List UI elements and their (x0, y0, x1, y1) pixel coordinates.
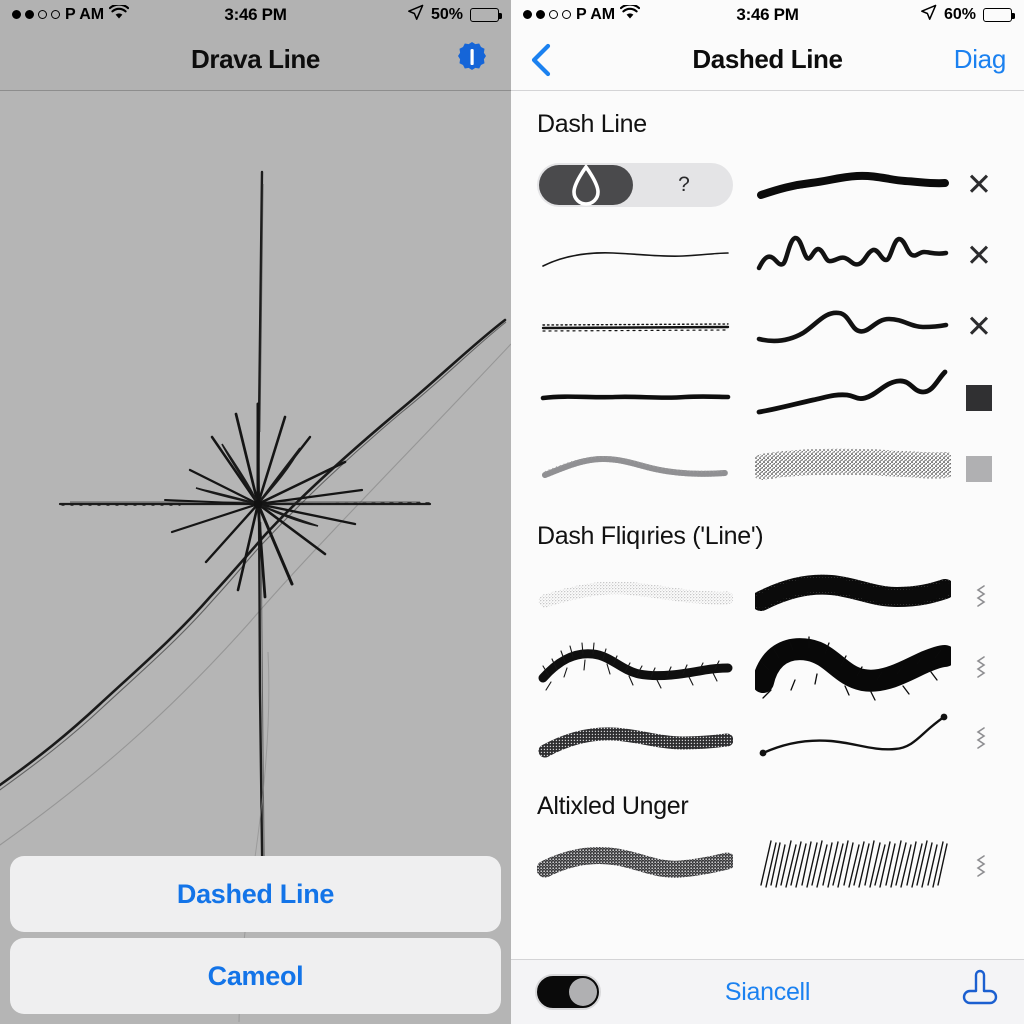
brush-preview-dense-furry[interactable] (755, 561, 951, 632)
brush-preview-rising-wave[interactable] (755, 362, 951, 433)
close-icon[interactable]: ✕ (966, 240, 992, 271)
section-title-altixled-unger: Altixled Unger (537, 792, 689, 820)
brush-row (511, 561, 1024, 632)
location-arrow-icon (407, 4, 424, 26)
brush-preview-spray-dots[interactable] (755, 433, 951, 504)
row-mark-cell: ✕ (951, 240, 1007, 271)
squiggle-icon[interactable] (962, 580, 996, 614)
left-action-buttons: Dashed Line Cameol (0, 848, 511, 1024)
brush-row: ? ✕ (511, 149, 1024, 220)
right-status-bar: P AM 3:46 PM 60% (511, 0, 1024, 29)
left-phone-panel: P AM 3:46 PM 50% Drava Line Dashed Line … (0, 0, 511, 1024)
brush-preview-thick-tapered[interactable] (755, 149, 951, 220)
brush-preview-dotted-flat[interactable] (537, 291, 733, 362)
brush-row: ✕ (511, 291, 1024, 362)
section-title-dash-figures: Dash Fliqıries ('Line') (537, 522, 764, 550)
left-status-bar: P AM 3:46 PM 50% (0, 0, 511, 29)
status-bar-right: 60% (920, 4, 1015, 26)
back-button[interactable] (529, 43, 555, 77)
row-mark-cell (951, 455, 1007, 482)
page-title: Dashed Line (692, 44, 843, 74)
section-title-dash-line: Dash Line (537, 110, 647, 138)
dual-phone-screenshot: P AM 3:46 PM 50% Drava Line Dashed Line … (0, 0, 1024, 1024)
brush-preview-light-textured[interactable] (537, 433, 733, 504)
stamp-tool-button[interactable] (960, 969, 1000, 1016)
row-mark-cell (951, 651, 1007, 685)
brush-preview-thin-dotted-endpoint[interactable] (755, 703, 951, 774)
squiggle-icon[interactable] (962, 722, 996, 756)
stamp-tool-icon (962, 969, 998, 1004)
segment-question[interactable]: ? (635, 163, 733, 207)
brush-row (511, 831, 1024, 902)
battery-icon (983, 7, 1015, 22)
segment-droplet[interactable] (537, 163, 635, 207)
brush-preview-light-speckle[interactable] (537, 561, 733, 632)
brush-preview-smooth-curve[interactable] (755, 291, 951, 362)
location-arrow-icon (920, 4, 937, 26)
squiggle-icon[interactable] (962, 651, 996, 685)
brush-list-scroll[interactable]: Dash Line ? ✕ ✕ ✕ Dash Fliqıries ('Line'… (511, 92, 1024, 959)
mode-toggle[interactable] (535, 974, 601, 1010)
right-phone-panel: P AM 3:46 PM 60% Dashed Line Diag Dash L… (511, 0, 1024, 1024)
brush-preview-bold-flat[interactable] (537, 362, 733, 433)
brush-row (511, 632, 1024, 703)
brush-preview-grainy-ribbon[interactable] (537, 703, 733, 774)
color-swatch-dark[interactable] (966, 384, 992, 411)
brush-mode-cell: ? (537, 149, 733, 220)
bottom-toolbar: Siancell (511, 959, 1024, 1024)
cancel-button[interactable]: Cameol (10, 938, 501, 1014)
brush-row (511, 703, 1024, 774)
brush-row (511, 433, 1024, 504)
brush-row: ✕ (511, 220, 1024, 291)
brush-row (511, 362, 1024, 433)
brush-preview-hatched-scribble[interactable] (755, 831, 951, 902)
close-icon[interactable]: ✕ (966, 169, 992, 200)
left-page-title: Drava Line (191, 44, 320, 74)
battery-percent-label: 50% (430, 5, 463, 23)
row-mark-cell (951, 384, 1007, 411)
brush-preview-thin-wavy[interactable] (537, 220, 733, 291)
squiggle-icon[interactable] (962, 850, 996, 884)
status-bar-right: 50% (407, 4, 502, 26)
brush-preview-coarse-grain[interactable] (537, 831, 733, 902)
battery-percent-label: 60% (943, 5, 976, 23)
droplet-icon (572, 163, 600, 206)
row-mark-cell (951, 850, 1007, 884)
diag-button[interactable]: Diag (954, 44, 1007, 75)
row-mark-cell (951, 722, 1007, 756)
left-nav-bar: Drava Line (0, 29, 511, 91)
row-mark-cell: ✕ (951, 311, 1007, 342)
toggle-knob (569, 978, 597, 1006)
brush-mode-segmented-control[interactable]: ? (537, 162, 733, 207)
brush-preview-jagged-zigzag[interactable] (755, 220, 951, 291)
color-swatch-light[interactable] (966, 455, 992, 482)
battery-icon (470, 7, 502, 22)
close-icon[interactable]: ✕ (966, 311, 992, 342)
right-nav-bar: Dashed Line Diag (511, 29, 1024, 91)
info-badge-icon[interactable] (455, 40, 489, 79)
chevron-left-icon (531, 43, 551, 76)
row-mark-cell: ✕ (951, 169, 1007, 200)
row-mark-cell (951, 580, 1007, 614)
dashed-line-button[interactable]: Dashed Line (10, 856, 501, 932)
brush-preview-bristle-brush[interactable] (537, 632, 733, 703)
brush-preview-heavy-fur[interactable] (755, 632, 951, 703)
